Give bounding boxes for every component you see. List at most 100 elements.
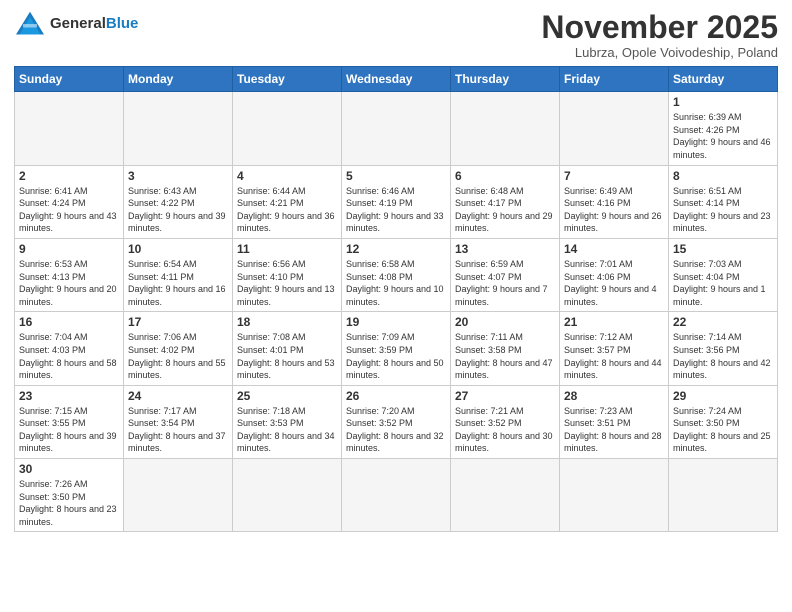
day-info: Sunrise: 7:15 AM Sunset: 3:55 PM Dayligh… [19, 405, 119, 455]
col-thursday: Thursday [451, 67, 560, 92]
col-wednesday: Wednesday [342, 67, 451, 92]
day-info: Sunrise: 7:01 AM Sunset: 4:06 PM Dayligh… [564, 258, 664, 308]
table-row [342, 459, 451, 532]
col-saturday: Saturday [669, 67, 778, 92]
day-info: Sunrise: 6:58 AM Sunset: 4:08 PM Dayligh… [346, 258, 446, 308]
day-info: Sunrise: 7:18 AM Sunset: 3:53 PM Dayligh… [237, 405, 337, 455]
table-row: 14 Sunrise: 7:01 AM Sunset: 4:06 PM Dayli… [560, 238, 669, 311]
day-number: 23 [19, 389, 119, 403]
day-number: 4 [237, 169, 337, 183]
table-row: 18 Sunrise: 7:08 AM Sunset: 4:01 PM Dayli… [233, 312, 342, 385]
day-number: 2 [19, 169, 119, 183]
table-row: 28 Sunrise: 7:23 AM Sunset: 3:51 PM Dayli… [560, 385, 669, 458]
table-row [560, 459, 669, 532]
day-number: 20 [455, 315, 555, 329]
calendar-table: Sunday Monday Tuesday Wednesday Thursday… [14, 66, 778, 532]
day-info: Sunrise: 6:51 AM Sunset: 4:14 PM Dayligh… [673, 185, 773, 235]
day-info: Sunrise: 7:24 AM Sunset: 3:50 PM Dayligh… [673, 405, 773, 455]
table-row: 13 Sunrise: 6:59 AM Sunset: 4:07 PM Dayli… [451, 238, 560, 311]
day-info: Sunrise: 7:09 AM Sunset: 3:59 PM Dayligh… [346, 331, 446, 381]
day-info: Sunrise: 7:21 AM Sunset: 3:52 PM Dayligh… [455, 405, 555, 455]
day-number: 11 [237, 242, 337, 256]
table-row: 7 Sunrise: 6:49 AM Sunset: 4:16 PM Daylig… [560, 165, 669, 238]
day-number: 19 [346, 315, 446, 329]
day-number: 26 [346, 389, 446, 403]
table-row: 20 Sunrise: 7:11 AM Sunset: 3:58 PM Dayli… [451, 312, 560, 385]
table-row: 6Sunrise: 6:48 AM Sunset: 4:17 PM Daylig… [451, 165, 560, 238]
table-row: 9Sunrise: 6:53 AM Sunset: 4:13 PM Daylig… [15, 238, 124, 311]
day-number: 16 [19, 315, 119, 329]
table-row: 22 Sunrise: 7:14 AM Sunset: 3:56 PM Dayli… [669, 312, 778, 385]
day-number: 29 [673, 389, 773, 403]
day-number: 21 [564, 315, 664, 329]
table-row: 17Sunrise: 7:06 AM Sunset: 4:02 PM Dayli… [124, 312, 233, 385]
day-info: Sunrise: 6:39 AM Sunset: 4:26 PM Dayligh… [673, 111, 773, 161]
table-row: 21 Sunrise: 7:12 AM Sunset: 3:57 PM Dayli… [560, 312, 669, 385]
day-number: 6 [455, 169, 555, 183]
table-row: 15Sunrise: 7:03 AM Sunset: 4:04 PM Dayli… [669, 238, 778, 311]
table-row: 27Sunrise: 7:21 AM Sunset: 3:52 PM Dayli… [451, 385, 560, 458]
day-number: 7 [564, 169, 664, 183]
day-number: 12 [346, 242, 446, 256]
day-info: Sunrise: 7:23 AM Sunset: 3:51 PM Dayligh… [564, 405, 664, 455]
table-row: 29 Sunrise: 7:24 AM Sunset: 3:50 PM Dayli… [669, 385, 778, 458]
day-info: Sunrise: 7:11 AM Sunset: 3:58 PM Dayligh… [455, 331, 555, 381]
table-row [233, 92, 342, 165]
table-row: 3Sunrise: 6:43 AM Sunset: 4:22 PM Daylig… [124, 165, 233, 238]
day-info: Sunrise: 7:12 AM Sunset: 3:57 PM Dayligh… [564, 331, 664, 381]
subtitle: Lubrza, Opole Voivodeship, Poland [541, 45, 778, 60]
logo: GeneralBlue [14, 10, 138, 38]
day-info: Sunrise: 6:46 AM Sunset: 4:19 PM Dayligh… [346, 185, 446, 235]
day-number: 14 [564, 242, 664, 256]
col-sunday: Sunday [15, 67, 124, 92]
day-info: Sunrise: 6:43 AM Sunset: 4:22 PM Dayligh… [128, 185, 228, 235]
day-info: Sunrise: 7:06 AM Sunset: 4:02 PM Dayligh… [128, 331, 228, 381]
table-row [342, 92, 451, 165]
table-row: 10 Sunrise: 6:54 AM Sunset: 4:11 PM Dayli… [124, 238, 233, 311]
day-number: 28 [564, 389, 664, 403]
day-number: 5 [346, 169, 446, 183]
col-tuesday: Tuesday [233, 67, 342, 92]
day-number: 1 [673, 95, 773, 109]
day-number: 10 [128, 242, 228, 256]
day-number: 8 [673, 169, 773, 183]
table-row: 11Sunrise: 6:56 AM Sunset: 4:10 PM Dayli… [233, 238, 342, 311]
day-number: 25 [237, 389, 337, 403]
day-info: Sunrise: 7:26 AM Sunset: 3:50 PM Dayligh… [19, 478, 119, 528]
day-info: Sunrise: 7:20 AM Sunset: 3:52 PM Dayligh… [346, 405, 446, 455]
table-row: 25 Sunrise: 7:18 AM Sunset: 3:53 PM Dayli… [233, 385, 342, 458]
table-row: 23 Sunrise: 7:15 AM Sunset: 3:55 PM Dayli… [15, 385, 124, 458]
day-number: 30 [19, 462, 119, 476]
day-info: Sunrise: 7:04 AM Sunset: 4:03 PM Dayligh… [19, 331, 119, 381]
day-info: Sunrise: 6:49 AM Sunset: 4:16 PM Dayligh… [564, 185, 664, 235]
table-row: 4 Sunrise: 6:44 AM Sunset: 4:21 PM Daylig… [233, 165, 342, 238]
page: GeneralBlue November 2025 Lubrza, Opole … [0, 0, 792, 612]
table-row: 26 Sunrise: 7:20 AM Sunset: 3:52 PM Dayli… [342, 385, 451, 458]
day-info: Sunrise: 6:54 AM Sunset: 4:11 PM Dayligh… [128, 258, 228, 308]
table-row [451, 92, 560, 165]
table-row [15, 92, 124, 165]
day-info: Sunrise: 7:14 AM Sunset: 3:56 PM Dayligh… [673, 331, 773, 381]
day-number: 13 [455, 242, 555, 256]
day-info: Sunrise: 6:41 AM Sunset: 4:24 PM Dayligh… [19, 185, 119, 235]
day-info: Sunrise: 7:08 AM Sunset: 4:01 PM Dayligh… [237, 331, 337, 381]
day-info: Sunrise: 6:59 AM Sunset: 4:07 PM Dayligh… [455, 258, 555, 308]
day-number: 9 [19, 242, 119, 256]
title-block: November 2025 Lubrza, Opole Voivodeship,… [541, 10, 778, 60]
table-row: 5 Sunrise: 6:46 AM Sunset: 4:19 PM Daylig… [342, 165, 451, 238]
table-row: 8 Sunrise: 6:51 AM Sunset: 4:14 PM Daylig… [669, 165, 778, 238]
main-title: November 2025 [541, 10, 778, 45]
table-row: 16 Sunrise: 7:04 AM Sunset: 4:03 PM Dayli… [15, 312, 124, 385]
day-info: Sunrise: 7:17 AM Sunset: 3:54 PM Dayligh… [128, 405, 228, 455]
day-number: 22 [673, 315, 773, 329]
table-row [124, 92, 233, 165]
day-info: Sunrise: 6:44 AM Sunset: 4:21 PM Dayligh… [237, 185, 337, 235]
table-row: 24 Sunrise: 7:17 AM Sunset: 3:54 PM Dayli… [124, 385, 233, 458]
calendar-header-row: Sunday Monday Tuesday Wednesday Thursday… [15, 67, 778, 92]
logo-icon [14, 10, 46, 38]
day-number: 18 [237, 315, 337, 329]
day-number: 24 [128, 389, 228, 403]
day-number: 15 [673, 242, 773, 256]
logo-text: GeneralBlue [50, 16, 138, 33]
table-row: 12 Sunrise: 6:58 AM Sunset: 4:08 PM Dayli… [342, 238, 451, 311]
